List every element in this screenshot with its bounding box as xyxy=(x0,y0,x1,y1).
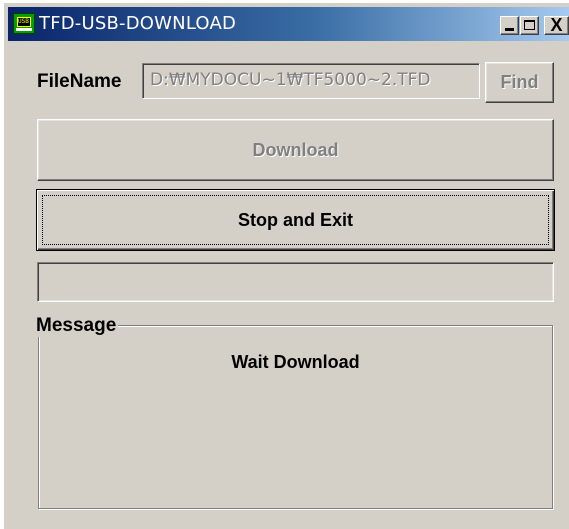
app-icon-text: USB xyxy=(18,18,29,25)
filename-label: FileName xyxy=(37,71,122,92)
stop-and-exit-button[interactable]: Stop and Exit xyxy=(36,189,555,251)
progress-bar xyxy=(37,262,554,302)
window-title: TFD-USB-DOWNLOAD xyxy=(39,13,237,34)
download-button[interactable]: Download xyxy=(37,119,554,181)
minimize-button[interactable] xyxy=(500,16,519,35)
stop-and-exit-label: Stop and Exit xyxy=(237,209,353,230)
maximize-icon xyxy=(524,20,535,30)
filename-field[interactable]: D:₩MYDOCU~1₩TF5000~2.TFD xyxy=(142,63,480,99)
minimize-icon xyxy=(505,28,514,31)
close-icon: X xyxy=(550,15,563,35)
maximize-button[interactable] xyxy=(520,16,539,35)
app-icon-screen: USB xyxy=(17,17,31,27)
title-bar[interactable]: USB TFD-USB-DOWNLOAD X xyxy=(8,7,569,41)
close-button[interactable]: X xyxy=(544,15,569,35)
message-group-label: Message xyxy=(34,315,119,337)
find-button[interactable]: Find xyxy=(485,62,554,103)
usb-device-app-icon[interactable]: USB xyxy=(13,13,35,34)
app-window: USB TFD-USB-DOWNLOAD X FileName D:₩MYDOC… xyxy=(4,3,569,529)
app-icon-base xyxy=(16,28,32,31)
status-message: Wait Download xyxy=(231,352,360,372)
